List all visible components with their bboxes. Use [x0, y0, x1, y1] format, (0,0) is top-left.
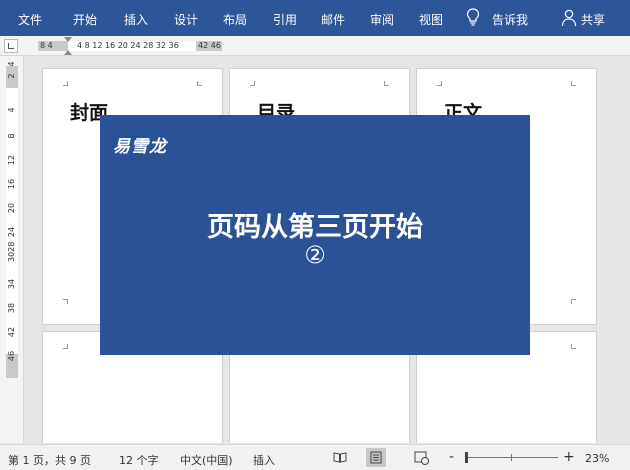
vruler-num: 16: [7, 178, 16, 190]
margin-mark: [63, 81, 68, 86]
status-bar: 第 1 页，共 9 页 12 个字 中文(中国) 插入 - + 23%: [0, 444, 630, 470]
lightbulb-icon[interactable]: [466, 8, 480, 26]
tab-insert[interactable]: 插入: [124, 11, 148, 28]
margin-mark: [63, 344, 68, 349]
zoom-slider[interactable]: [466, 457, 558, 458]
person-icon[interactable]: [561, 9, 577, 27]
vruler-num: 3028: [7, 241, 16, 262]
vruler-num: 4: [7, 107, 16, 113]
share-button[interactable]: 共享: [581, 11, 605, 28]
zoom-out-button[interactable]: -: [449, 449, 454, 465]
insert-mode-status[interactable]: 插入: [253, 452, 275, 468]
vruler-num: 46: [7, 350, 16, 362]
tab-layout[interactable]: 布局: [223, 11, 247, 28]
margin-mark: [250, 81, 255, 86]
margin-mark: [197, 81, 202, 86]
zoom-slider-thumb[interactable]: [465, 452, 468, 463]
ribbon-tab-bar: 文件 开始 插入 设计 布局 引用 邮件 审阅 视图 告诉我 共享: [0, 0, 630, 36]
tab-file[interactable]: 文件: [18, 11, 42, 28]
vruler-num: 24: [7, 226, 16, 238]
zoom-center-tick: [511, 454, 512, 461]
step-number: ②: [304, 241, 326, 269]
hanging-indent-marker[interactable]: [64, 50, 72, 55]
tell-me-search[interactable]: 告诉我: [492, 11, 528, 28]
vruler-num: 4: [7, 61, 16, 67]
tab-home[interactable]: 开始: [73, 11, 97, 28]
margin-mark: [571, 299, 576, 304]
horizontal-ruler: 8 4 4 8 12 16 20 24 28 32 36 42 46: [0, 36, 630, 56]
tab-mailings[interactable]: 邮件: [321, 11, 345, 28]
tab-design[interactable]: 设计: [174, 11, 198, 28]
zoom-percent[interactable]: 23%: [585, 452, 609, 465]
vruler-num: 20: [7, 202, 16, 214]
ruler-label-left: 8 4: [40, 41, 53, 50]
overlay-headline: 页码从第三页开始: [207, 212, 423, 243]
tab-review[interactable]: 审阅: [370, 11, 394, 28]
margin-mark: [571, 344, 576, 349]
tab-view[interactable]: 视图: [419, 11, 443, 28]
margin-mark: [63, 299, 68, 304]
vruler-num: 34: [7, 278, 16, 290]
tab-references[interactable]: 引用: [273, 11, 297, 28]
web-layout-icon[interactable]: [411, 448, 431, 467]
page-count-status[interactable]: 第 1 页，共 9 页: [8, 452, 91, 468]
word-count-status[interactable]: 12 个字: [119, 452, 159, 468]
vruler-num: 2: [7, 73, 16, 79]
first-line-indent-marker[interactable]: [64, 37, 72, 42]
tab-selector-button[interactable]: [4, 39, 18, 53]
margin-mark: [437, 81, 442, 86]
language-status[interactable]: 中文(中国): [180, 452, 233, 468]
brand-logo: 易雪龙: [113, 137, 167, 157]
read-mode-icon[interactable]: [330, 448, 350, 467]
vruler-num: 8: [7, 133, 16, 139]
print-layout-icon[interactable]: [366, 448, 386, 467]
vruler-num: 42: [7, 326, 16, 338]
vruler-num: 38: [7, 302, 16, 314]
margin-mark: [571, 81, 576, 86]
margin-mark: [384, 81, 389, 86]
ruler-label-mid: 4 8 12 16 20 24 28 32 36: [77, 41, 179, 50]
vruler-num: 12: [7, 154, 16, 166]
zoom-in-button[interactable]: +: [563, 449, 575, 465]
vertical-ruler: 2 4 4 8 12 16 20 24 3028 34 38 42 46: [0, 56, 24, 443]
caption-overlay: 易雪龙 页码从第三页开始 ②: [100, 115, 530, 355]
ruler-label-right: 42 46: [198, 41, 221, 50]
